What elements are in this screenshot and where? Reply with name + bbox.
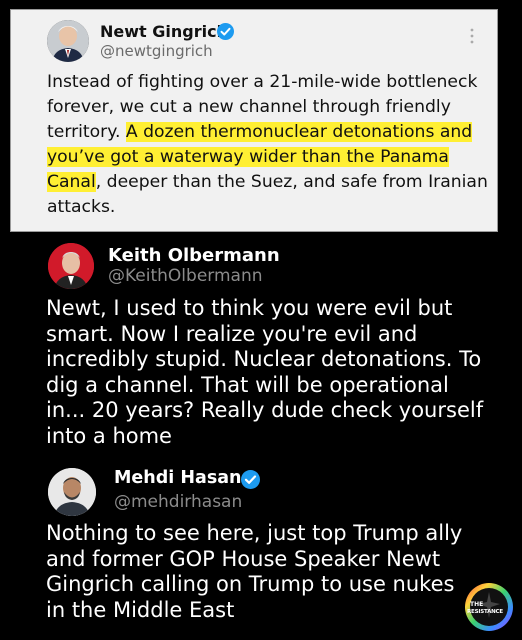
- newt-display-name[interactable]: Newt Gingrich: [100, 22, 228, 41]
- the-resistance-logo: THE RESISTANCE: [464, 582, 514, 632]
- newt-avatar[interactable]: [47, 20, 89, 62]
- verified-badge-icon: [217, 23, 234, 40]
- newt-tweet-card: Newt Gingrich @newtgingrich Instead of f…: [10, 9, 498, 232]
- olbermann-avatar[interactable]: [48, 243, 94, 289]
- olbermann-tweet-text: Newt, I used to think you were evil but …: [46, 296, 484, 448]
- olbermann-handle[interactable]: @KeithOlbermann: [108, 266, 263, 286]
- tweet-text-end: , deeper than the Suez, and safe from Ir…: [47, 172, 488, 217]
- hasan-tweet-text: Nothing to see here, just top Trump ally…: [46, 521, 463, 622]
- newt-handle[interactable]: @newtgingrich: [100, 42, 213, 60]
- verified-badge-icon: [241, 470, 260, 489]
- logo-text-line1: THE: [470, 601, 484, 608]
- newt-tweet-text: Instead of fighting over a 21-mile-wide …: [47, 70, 493, 220]
- logo-text-line2: RESISTANCE: [467, 609, 503, 615]
- hasan-display-name[interactable]: Mehdi Hasan: [114, 468, 242, 488]
- more-options-icon[interactable]: [469, 28, 475, 44]
- hasan-avatar[interactable]: [48, 468, 96, 516]
- hasan-handle[interactable]: @mehdirhasan: [114, 492, 242, 512]
- olbermann-display-name[interactable]: Keith Olbermann: [108, 245, 280, 266]
